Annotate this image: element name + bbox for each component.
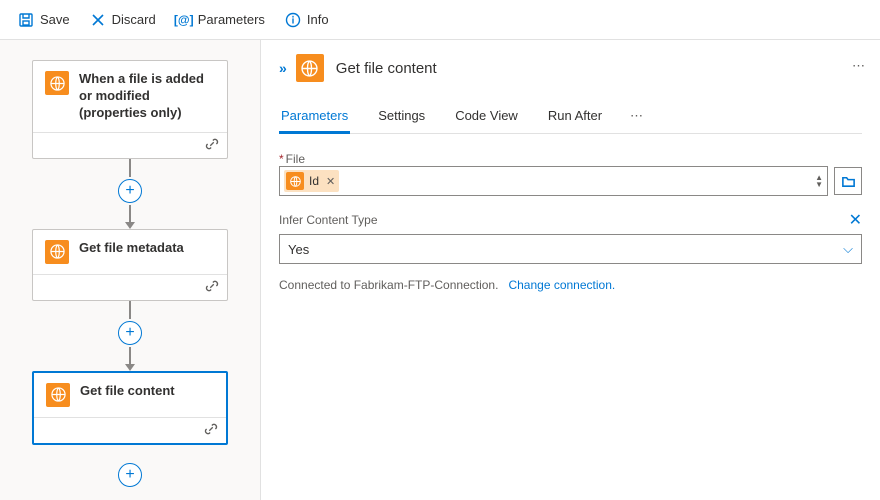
add-action-button[interactable]: + — [118, 179, 142, 203]
workflow-node-content[interactable]: Get file content — [32, 371, 228, 445]
connection-text: Connected to Fabrikam-FTP-Connection. — [279, 278, 498, 292]
toolbar: Save Discard [@] Parameters Info — [0, 0, 880, 40]
add-action-button[interactable]: + — [118, 321, 142, 345]
tab-overflow-button[interactable]: ⋯ — [630, 100, 643, 133]
ftp-icon — [286, 172, 304, 190]
arrow-icon — [125, 364, 135, 371]
node-header: When a file is added or modified (proper… — [33, 61, 227, 132]
save-icon — [18, 12, 34, 28]
panel-menu-button[interactable]: ⋯ — [852, 58, 866, 74]
link-icon — [204, 424, 218, 439]
chevron-down-icon: ⌵ — [843, 241, 853, 257]
node-header: Get file content — [34, 373, 226, 417]
token-label: Id — [309, 174, 319, 188]
workflow-node-trigger[interactable]: When a file is added or modified (proper… — [32, 60, 228, 159]
save-label: Save — [40, 12, 70, 27]
main-layout: When a file is added or modified (proper… — [0, 40, 880, 500]
file-field-label: *File — [279, 152, 862, 166]
node-label: Get file metadata — [79, 240, 184, 257]
connector-line — [129, 205, 131, 223]
parameters-icon: [@] — [176, 12, 192, 28]
infer-value: Yes — [288, 242, 309, 257]
discard-button[interactable]: Discard — [82, 8, 164, 32]
discard-label: Discard — [112, 12, 156, 27]
file-field-row: *File Id ✕ ▲▼ — [279, 152, 862, 196]
tab-settings[interactable]: Settings — [376, 100, 427, 133]
node-footer — [34, 417, 226, 443]
info-button[interactable]: Info — [277, 8, 337, 32]
required-indicator: * — [279, 152, 284, 166]
node-header: Get file metadata — [33, 230, 227, 274]
panel-header: » Get file content — [279, 54, 862, 82]
ftp-icon — [296, 54, 324, 82]
link-icon — [205, 281, 219, 296]
infer-field-row: Infer Content Type ✕ Yes ⌵ — [279, 210, 862, 264]
parameters-button[interactable]: [@] Parameters — [168, 8, 273, 32]
tab-runafter[interactable]: Run After — [546, 100, 604, 133]
node-label: Get file content — [80, 383, 175, 400]
ftp-icon — [45, 71, 69, 95]
connector-line — [129, 159, 131, 177]
details-panel: ⋯ » Get file content Parameters Settings… — [260, 40, 880, 500]
ftp-icon — [46, 383, 70, 407]
info-label: Info — [307, 12, 329, 27]
panel-tabs: Parameters Settings Code View Run After … — [279, 100, 862, 134]
link-icon — [205, 139, 219, 154]
workflow-node-metadata[interactable]: Get file metadata — [32, 229, 228, 301]
arrow-icon — [125, 222, 135, 229]
file-field-control: Id ✕ ▲▼ — [279, 166, 862, 196]
change-connection-link[interactable]: Change connection. — [508, 278, 615, 292]
infer-field-label: Infer Content Type — [279, 213, 378, 227]
node-footer — [33, 132, 227, 158]
discard-icon — [90, 12, 106, 28]
collapse-button[interactable]: » — [279, 60, 284, 76]
panel-title: Get file content — [336, 60, 437, 77]
tab-parameters[interactable]: Parameters — [279, 100, 350, 134]
connector-line — [129, 347, 131, 365]
save-button[interactable]: Save — [10, 8, 78, 32]
add-action-button[interactable]: + — [118, 463, 142, 487]
parameters-label: Parameters — [198, 12, 265, 27]
file-input[interactable]: Id ✕ ▲▼ — [279, 166, 828, 196]
infer-select[interactable]: Yes ⌵ — [279, 234, 862, 264]
file-browse-button[interactable] — [834, 167, 862, 195]
workflow-canvas: When a file is added or modified (proper… — [0, 40, 260, 500]
node-footer — [33, 274, 227, 300]
ftp-icon — [45, 240, 69, 264]
node-label: When a file is added or modified (proper… — [79, 71, 215, 122]
token-remove-button[interactable]: ✕ — [326, 175, 335, 188]
connection-info: Connected to Fabrikam-FTP-Connection. Ch… — [279, 278, 862, 292]
tab-codeview[interactable]: Code View — [453, 100, 520, 133]
connector-line — [129, 301, 131, 319]
file-token[interactable]: Id ✕ — [284, 170, 339, 192]
stepper-control[interactable]: ▲▼ — [815, 174, 823, 188]
remove-parameter-button[interactable]: ✕ — [849, 210, 862, 230]
info-icon — [285, 12, 301, 28]
